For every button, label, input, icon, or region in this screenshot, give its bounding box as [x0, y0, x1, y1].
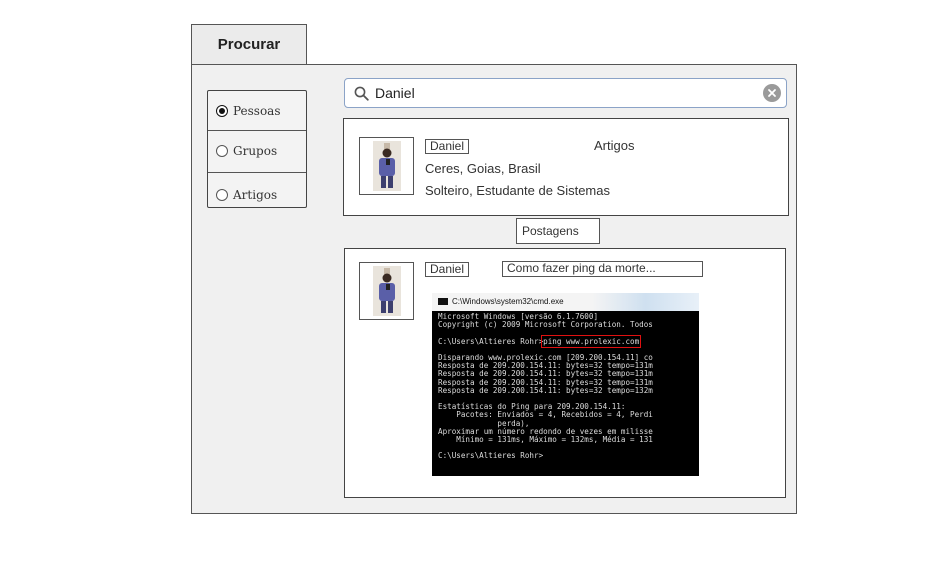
profile-description: Solteiro, Estudante de Sistemas [425, 183, 610, 198]
filter-group: Pessoas Grupos Artigos [207, 90, 307, 208]
avatar [359, 137, 414, 195]
post-title[interactable]: Como fazer ping da morte... [502, 261, 703, 277]
terminal-line: Mínimo = 131ms, Máximo = 132ms, Média = … [438, 435, 653, 445]
filter-option-pessoas[interactable]: Pessoas [208, 91, 306, 131]
profile-name[interactable]: Daniel [425, 139, 470, 154]
terminal-line: Copyright (c) 2009 Microsoft Corporation… [438, 320, 653, 330]
search-icon [354, 86, 369, 101]
terminal-line: C:\Users\Altieres Rohr> [438, 451, 544, 461]
articles-link[interactable]: Artigos [594, 138, 634, 153]
post-author[interactable]: Daniel [425, 262, 470, 277]
profile-location: Ceres, Goias, Brasil [425, 161, 541, 176]
search-bar [344, 78, 787, 108]
clear-icon[interactable] [763, 84, 781, 102]
terminal-title: C:\Windows\system32\cmd.exe [452, 297, 564, 306]
radio-icon[interactable] [216, 145, 228, 157]
cmd-icon [438, 298, 448, 306]
terminal-line: Resposta de 209.200.154.11: bytes=32 tem… [438, 385, 653, 395]
radio-icon[interactable] [216, 189, 228, 201]
avatar [359, 262, 414, 320]
terminal-screenshot: C:\Windows\system32\cmd.exe Microsoft Wi… [432, 293, 699, 476]
person-photo [372, 141, 401, 191]
filter-label: Artigos [233, 188, 278, 202]
terminal-output: Microsoft Windows [versão 6.1.7600] Copyr… [438, 312, 699, 461]
posts-button[interactable]: Postagens [516, 218, 600, 244]
tab-procurar[interactable]: Procurar [191, 24, 307, 64]
highlighted-command: ping www.prolexic.com [541, 334, 642, 348]
divider [208, 172, 306, 173]
search-input[interactable] [375, 85, 745, 101]
terminal-line: C:\Users\Altieres Rohr>ping www.prolexic… [438, 334, 642, 348]
radio-selected-icon[interactable] [216, 105, 228, 117]
filter-label: Grupos [233, 144, 278, 158]
tab-label: Procurar [217, 36, 281, 53]
filter-option-artigos[interactable]: Artigos [208, 175, 306, 215]
filter-label: Pessoas [233, 104, 281, 118]
person-photo [372, 266, 401, 316]
filter-option-grupos[interactable]: Grupos [208, 131, 306, 171]
terminal-titlebar: C:\Windows\system32\cmd.exe [432, 293, 699, 311]
